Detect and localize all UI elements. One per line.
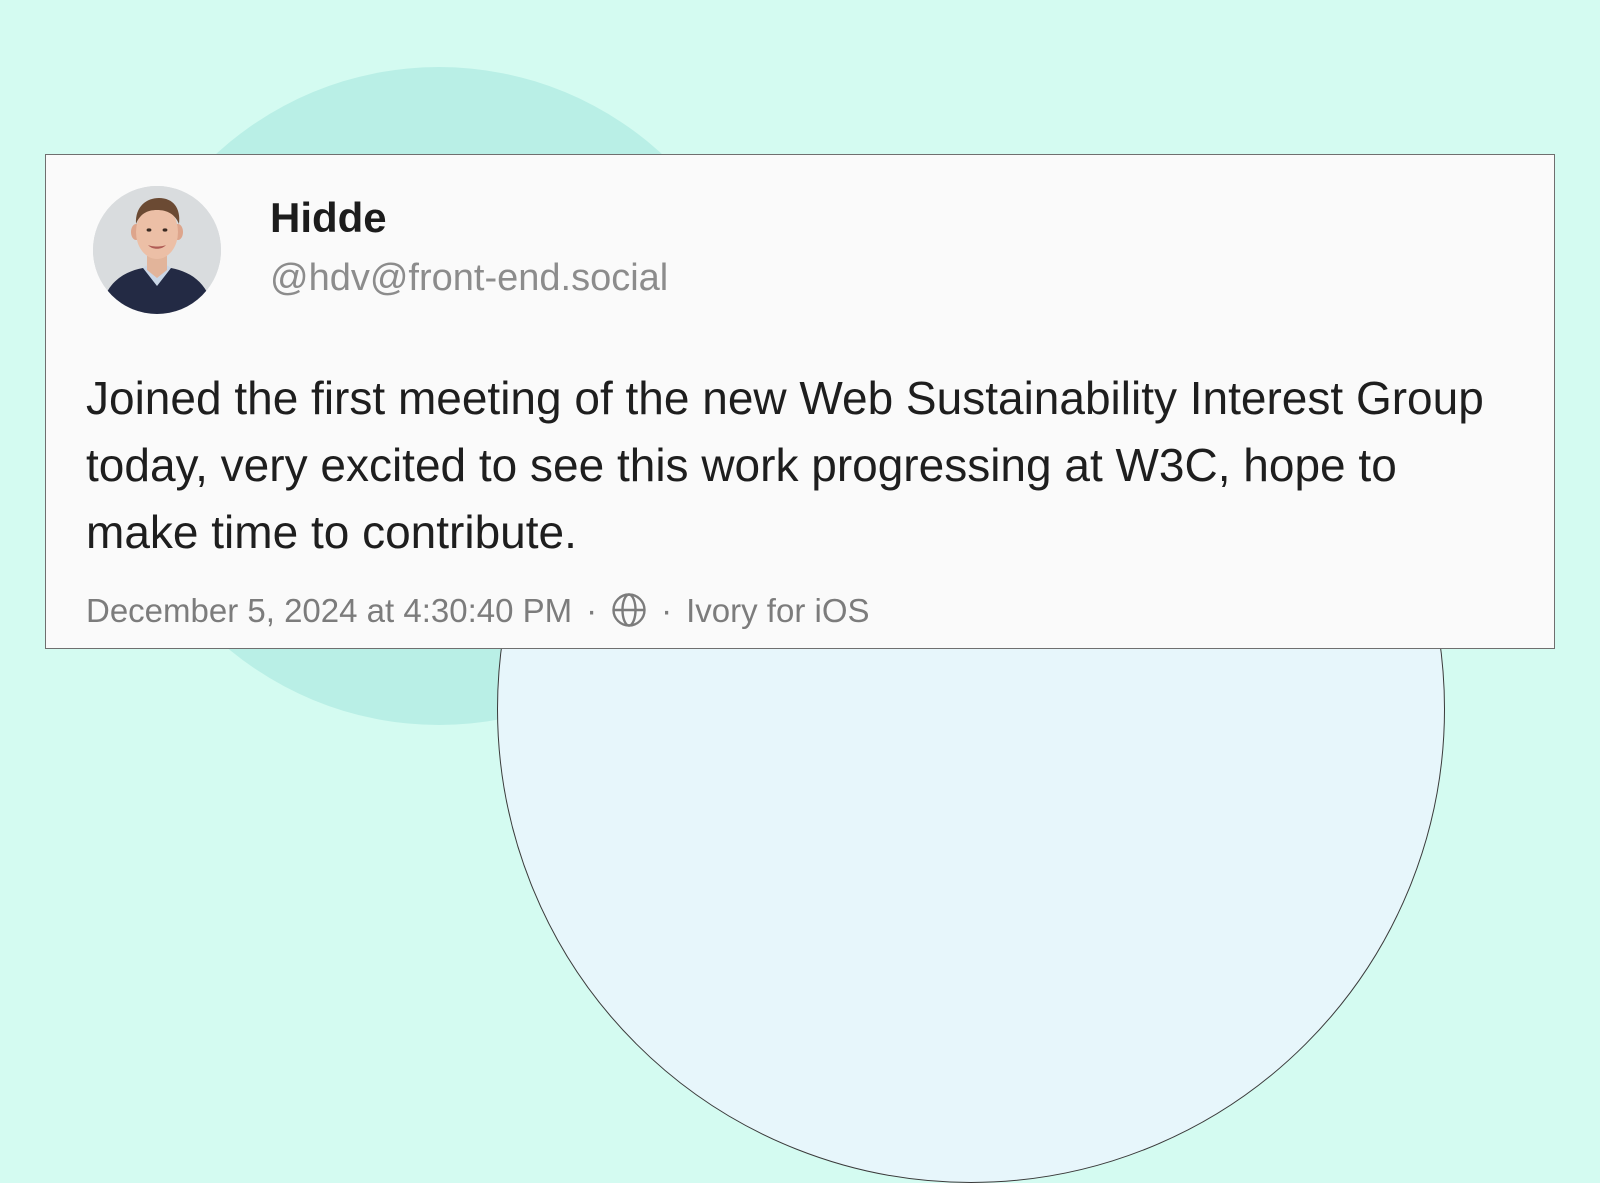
globe-icon [611, 592, 647, 628]
post-card: Hidde @hdv@front-end.social Joined the f… [45, 154, 1555, 649]
post-client: Ivory for iOS [686, 591, 870, 629]
avatar-portrait [93, 186, 221, 314]
avatar[interactable] [93, 186, 221, 314]
post-timestamp[interactable]: December 5, 2024 at 4:30:40 PM [86, 594, 572, 627]
author-name[interactable]: Hidde [270, 197, 387, 239]
meta-separator: · [661, 591, 673, 629]
meta-separator: · [586, 591, 598, 629]
post-text: Joined the first meeting of the new Web … [86, 372, 1484, 558]
post-meta: December 5, 2024 at 4:30:40 PM · · Ivory… [86, 592, 870, 628]
author-handle[interactable]: @hdv@front-end.social [270, 259, 668, 297]
